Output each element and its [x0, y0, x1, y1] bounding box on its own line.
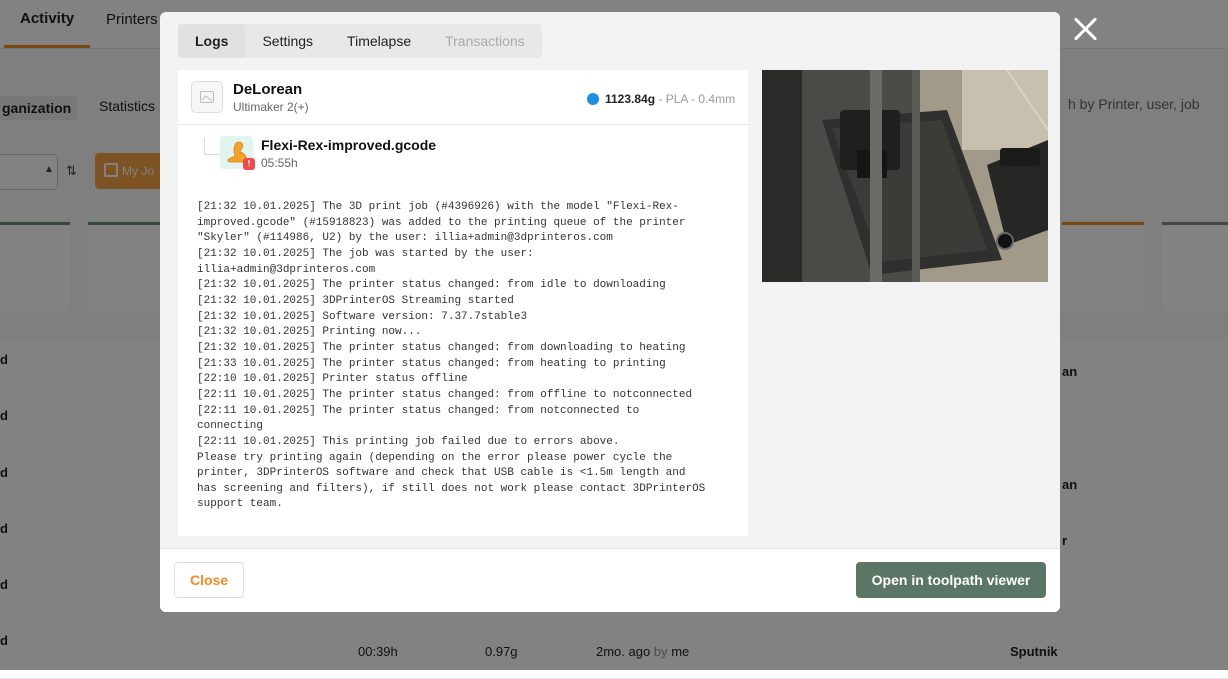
job-file-name: Flexi-Rex-improved.gcode	[261, 137, 437, 153]
modal-footer: Close Open in toolpath viewer	[160, 548, 1060, 612]
separator: -	[687, 92, 699, 106]
camera-snapshot[interactable]	[762, 70, 1048, 282]
job-duration: 05:55h	[261, 156, 298, 170]
nozzle-size: 0.4mm	[698, 92, 736, 106]
open-toolpath-viewer-button[interactable]: Open in toolpath viewer	[856, 562, 1046, 598]
log-text: [21:32 10.01.2025] The 3D print job (#43…	[197, 201, 706, 511]
separator: -	[655, 92, 666, 106]
job-details-modal: Logs Settings Timelapse Transactions DeL…	[160, 12, 1060, 612]
error-badge: !	[243, 158, 255, 170]
filament-color-dot	[587, 93, 599, 105]
tree-connector	[204, 138, 221, 155]
close-icon[interactable]	[1072, 16, 1098, 42]
tab-timelapse[interactable]: Timelapse	[330, 24, 428, 58]
tab-settings[interactable]: Settings	[245, 24, 330, 58]
printer-header: DeLorean Ultimaker 2(+) 1123.84g - PLA -…	[178, 70, 748, 125]
tab-logs[interactable]: Logs	[178, 24, 246, 58]
close-button[interactable]: Close	[174, 562, 244, 598]
tab-transactions: Transactions	[445, 33, 525, 49]
log-panel: DeLorean Ultimaker 2(+) 1123.84g - PLA -…	[178, 70, 748, 536]
printer-name: DeLorean	[233, 81, 303, 98]
filament-type: PLA	[665, 92, 688, 106]
modal-tabs: Logs Settings Timelapse Transactions	[178, 24, 542, 58]
printer-icon	[191, 81, 223, 113]
printer-model: Ultimaker 2(+)	[233, 100, 309, 114]
filament-info: 1123.84g - PLA - 0.4mm	[605, 92, 735, 106]
filament-weight: 1123.84g	[605, 92, 656, 106]
